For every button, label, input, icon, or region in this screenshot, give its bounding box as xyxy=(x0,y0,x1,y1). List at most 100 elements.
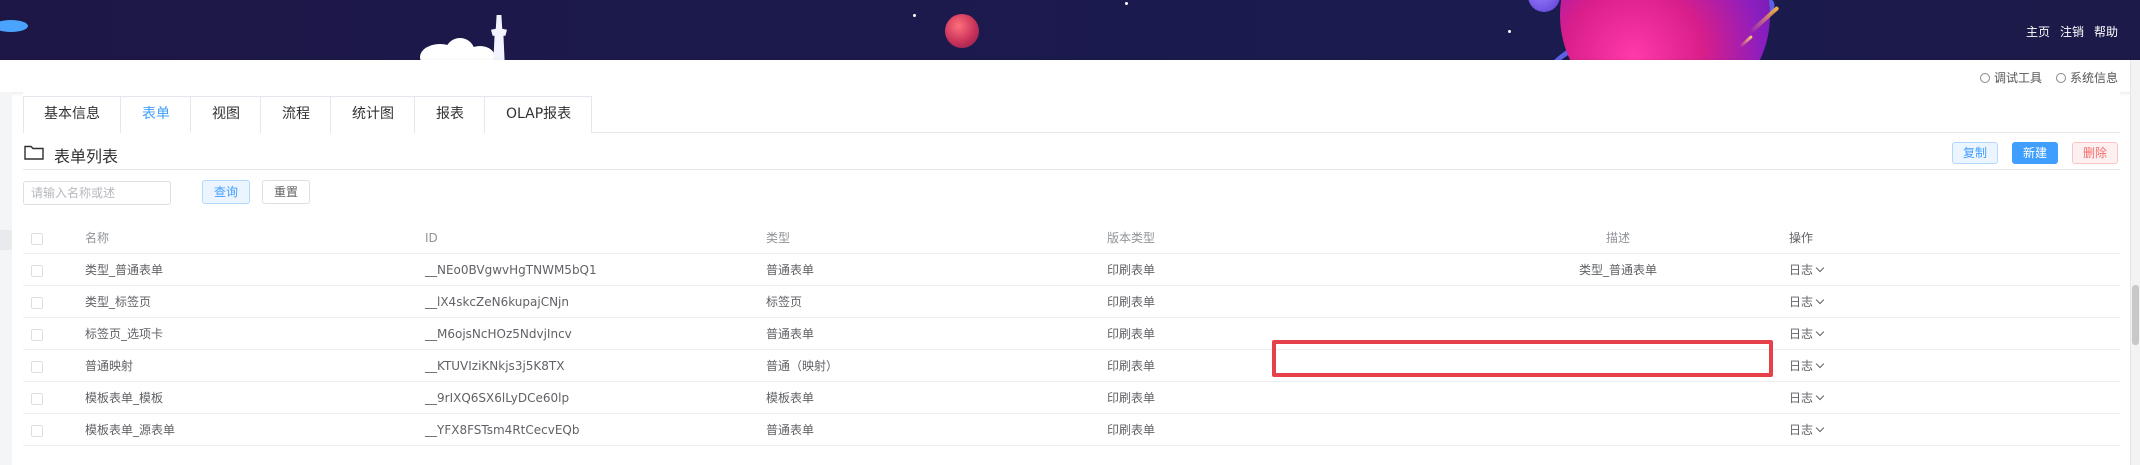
row-name[interactable]: 模板表单_模板 xyxy=(85,382,163,414)
scrollbar-thumb[interactable] xyxy=(2132,285,2139,345)
row-type: 普通（映射） xyxy=(766,359,839,373)
top-nav: 主页 注销 帮助 xyxy=(2026,23,2118,40)
row-select-cell xyxy=(31,414,43,446)
reset-button[interactable]: 重置 xyxy=(262,180,311,204)
row-name[interactable]: 普通映射 xyxy=(85,350,133,382)
log-label: 日志 xyxy=(1789,327,1814,341)
system-info-label: 系统信息 xyxy=(2069,71,2118,85)
moon-graphic xyxy=(945,14,979,48)
cloud-graphic xyxy=(465,46,495,60)
tab-statistics-chart[interactable]: 统计图 xyxy=(331,97,415,133)
row-description xyxy=(1448,414,1788,446)
row-checkbox[interactable] xyxy=(31,392,43,405)
copy-button[interactable]: 复制 xyxy=(1952,142,1999,164)
row-type: 普通表单 xyxy=(766,423,815,437)
log-dropdown[interactable]: 日志 xyxy=(1789,350,1825,382)
row-description xyxy=(1448,318,1788,350)
row-version-type: 印刷表单 xyxy=(1107,295,1156,309)
section-title: 表单列表 xyxy=(54,147,119,166)
table-row[interactable]: 模板表单_源表单 __YFX8FSTsm4RtCecvEQb 普通表单 印刷表单… xyxy=(23,414,2120,446)
tab-form[interactable]: 表单 xyxy=(121,97,191,133)
tab-olap-report[interactable]: OLAP报表 xyxy=(485,97,593,133)
row-name[interactable]: 类型_标签页 xyxy=(85,286,151,318)
log-dropdown[interactable]: 日志 xyxy=(1789,254,1825,286)
debug-tool-label: 调试工具 xyxy=(1993,71,2042,85)
column-header-name[interactable]: 名称 xyxy=(85,222,109,254)
column-header-version-type[interactable]: 版本类型 xyxy=(1107,222,1155,254)
row-checkbox[interactable] xyxy=(31,296,43,309)
row-checkbox[interactable] xyxy=(31,360,43,373)
row-id: __9rIXQ6SX6lLyDCe60lp xyxy=(425,391,570,405)
row-type: 标签页 xyxy=(766,295,803,309)
row-select-cell xyxy=(31,350,43,382)
nav-home-link[interactable]: 主页 xyxy=(2026,23,2050,40)
row-version-type: 印刷表单 xyxy=(1107,263,1156,277)
row-type: 普通表单 xyxy=(766,263,815,277)
row-checkbox[interactable] xyxy=(31,264,43,277)
debug-tool-link[interactable]: 调试工具 xyxy=(1979,69,2042,86)
log-dropdown[interactable]: 日志 xyxy=(1789,286,1825,318)
row-name[interactable]: 类型_普通表单 xyxy=(85,254,163,286)
log-dropdown[interactable]: 日志 xyxy=(1789,414,1825,446)
row-select-cell xyxy=(31,382,43,414)
chevron-down-icon xyxy=(1815,295,1825,305)
log-label: 日志 xyxy=(1789,359,1814,373)
gear-icon xyxy=(2055,73,2066,83)
table-row[interactable]: 类型_标签页 __lX4skcZeN6kupajCNjn 标签页 印刷表单 日志 xyxy=(23,286,2120,318)
row-select-cell xyxy=(31,286,43,318)
chevron-down-icon xyxy=(1815,263,1825,273)
left-edge-strip xyxy=(0,92,12,465)
row-id: __lX4skcZeN6kupajCNjn xyxy=(425,295,569,309)
row-select-cell xyxy=(31,318,43,350)
row-name[interactable]: 标签页_选项卡 xyxy=(85,318,163,350)
table-row[interactable]: 模板表单_模板 __9rIXQ6SX6lLyDCe60lp 模板表单 印刷表单 … xyxy=(23,382,2120,414)
section-header: 表单列表 xyxy=(23,138,2120,170)
log-label: 日志 xyxy=(1789,391,1814,405)
tab-process[interactable]: 流程 xyxy=(261,97,331,133)
table-header-row: 名称 ID 类型 版本类型 描述 操作 xyxy=(23,222,2120,254)
log-dropdown[interactable]: 日志 xyxy=(1789,382,1825,414)
search-input[interactable] xyxy=(23,181,171,205)
form-table: 名称 ID 类型 版本类型 描述 操作 类型_普通表单 __NEo0BVgwvH… xyxy=(23,222,2120,446)
row-description: 类型_普通表单 xyxy=(1578,263,1657,277)
nav-help-link[interactable]: 帮助 xyxy=(2094,23,2118,40)
vertical-scrollbar[interactable] xyxy=(2130,60,2140,465)
select-all-checkbox[interactable] xyxy=(31,232,43,245)
row-version-type: 印刷表单 xyxy=(1107,327,1156,341)
system-info-link[interactable]: 系统信息 xyxy=(2055,69,2118,86)
column-header-description[interactable]: 描述 xyxy=(1448,222,1788,254)
row-checkbox[interactable] xyxy=(31,424,43,437)
chevron-down-icon xyxy=(1815,359,1825,369)
log-label: 日志 xyxy=(1789,423,1814,437)
tab-report[interactable]: 报表 xyxy=(415,97,485,133)
bug-icon xyxy=(1979,73,1990,83)
row-checkbox[interactable] xyxy=(31,328,43,341)
table-row[interactable]: 类型_普通表单 __NEo0BVgwvHgTNWM5bQ1 普通表单 印刷表单 … xyxy=(23,254,2120,286)
main-panel: 基本信息 表单 视图 流程 统计图 报表 OLAP报表 表单列表 复制 新建 删… xyxy=(23,92,2120,465)
query-button[interactable]: 查询 xyxy=(202,180,251,204)
row-id: __M6ojsNcHOz5NdvjIncv xyxy=(425,327,572,341)
row-id: __NEo0BVgwvHgTNWM5bQ1 xyxy=(425,263,597,277)
delete-button[interactable]: 删除 xyxy=(2072,142,2119,164)
tab-basic-info[interactable]: 基本信息 xyxy=(23,97,121,133)
star-graphic xyxy=(913,14,916,17)
row-name[interactable]: 模板表单_源表单 xyxy=(85,414,175,446)
row-description xyxy=(1448,350,1788,382)
table-row[interactable]: 普通映射 __KTUVIziKNkjs3j5K8TX 普通（映射） 印刷表单 日… xyxy=(23,350,2120,382)
table-row[interactable]: 标签页_选项卡 __M6ojsNcHOz5NdvjIncv 普通表单 印刷表单 … xyxy=(23,318,2120,350)
row-version-type: 印刷表单 xyxy=(1107,391,1156,405)
row-id: __KTUVIziKNkjs3j5K8TX xyxy=(425,359,565,373)
nav-logout-link[interactable]: 注销 xyxy=(2060,23,2084,40)
column-header-id[interactable]: ID xyxy=(425,222,438,254)
folder-icon xyxy=(24,145,44,160)
row-description xyxy=(1448,382,1788,414)
tab-view[interactable]: 视图 xyxy=(191,97,261,133)
chevron-down-icon xyxy=(1815,327,1825,337)
column-header-type[interactable]: 类型 xyxy=(766,222,790,254)
row-version-type: 印刷表单 xyxy=(1107,423,1156,437)
row-type: 模板表单 xyxy=(766,391,815,405)
new-button[interactable]: 新建 xyxy=(2012,142,2059,164)
tab-bar: 基本信息 表单 视图 流程 统计图 报表 OLAP报表 xyxy=(23,96,593,133)
row-type: 普通表单 xyxy=(766,327,815,341)
log-dropdown[interactable]: 日志 xyxy=(1789,318,1825,350)
